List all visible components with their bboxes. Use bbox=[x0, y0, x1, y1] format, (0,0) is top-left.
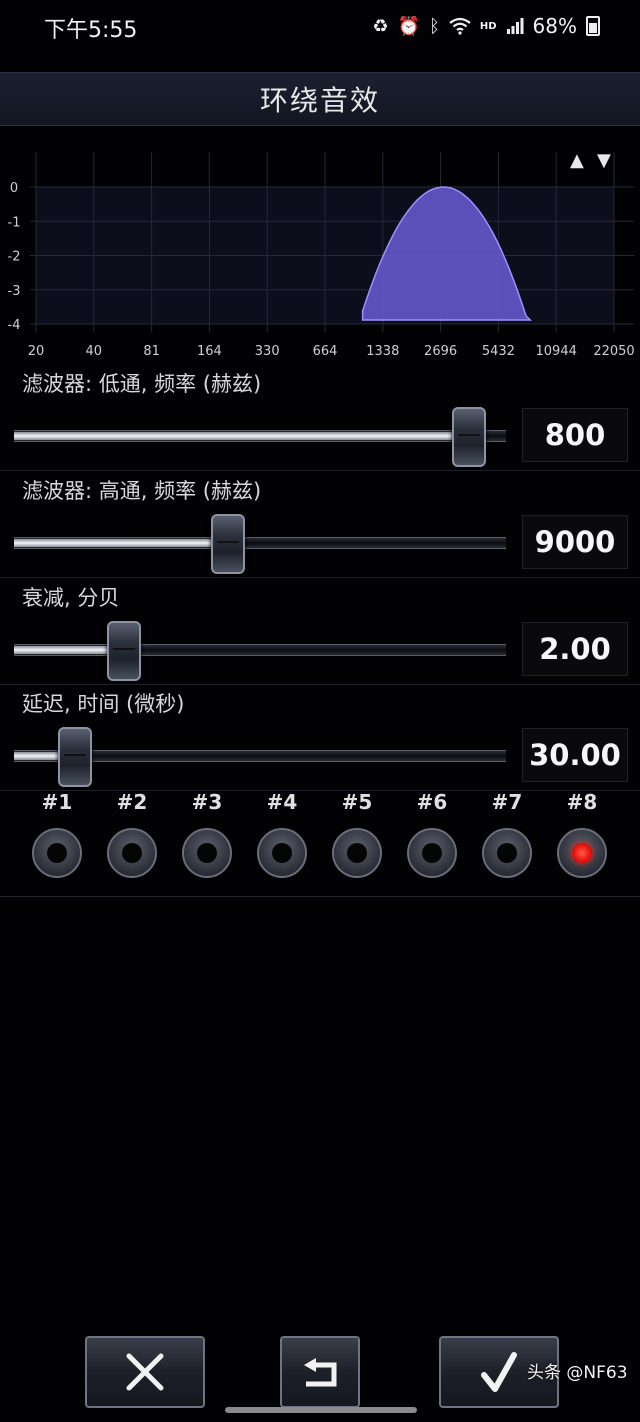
scroll-down-button[interactable]: ▼ bbox=[597, 150, 611, 171]
delay-time-row: 延迟, 时间 (微秒) 30.00 bbox=[0, 684, 640, 791]
y-tick-label: -1 bbox=[8, 215, 21, 230]
undo-icon bbox=[304, 1358, 337, 1387]
x-tick-label: 20 bbox=[28, 344, 45, 359]
attenuation-value[interactable]: 2.00 bbox=[522, 622, 628, 676]
y-tick-label: -2 bbox=[8, 250, 21, 265]
y-tick-label: 0 bbox=[10, 181, 18, 196]
preset-button[interactable] bbox=[407, 828, 457, 878]
x-tick-label: 22050 bbox=[593, 344, 634, 359]
hd-label: HD bbox=[479, 20, 497, 32]
status-icons: ♻ ⏰ ᛒ HD 68% bbox=[372, 14, 600, 38]
preset-indicator bbox=[272, 843, 292, 863]
scroll-up-button[interactable]: ▲ bbox=[570, 150, 584, 171]
lowpass-frequency-fill bbox=[14, 432, 467, 440]
x-tick-label: 40 bbox=[86, 344, 103, 359]
lowpass-frequency-track[interactable] bbox=[14, 430, 506, 442]
x-tick-label: 664 bbox=[313, 344, 338, 359]
attenuation-label: 衰减, 分贝 bbox=[22, 586, 120, 610]
preset-2[interactable]: #2 bbox=[102, 788, 162, 888]
highpass-frequency-value[interactable]: 9000 bbox=[522, 515, 628, 569]
reset-button[interactable] bbox=[280, 1336, 360, 1408]
preset-button[interactable] bbox=[182, 828, 232, 878]
preset-6[interactable]: #6 bbox=[402, 788, 462, 888]
delay-time-label: 延迟, 时间 (微秒) bbox=[22, 692, 185, 716]
highpass-frequency-row: 滤波器: 高通, 频率 (赫兹) 9000 bbox=[0, 471, 640, 578]
x-tick-label: 10944 bbox=[536, 344, 577, 359]
attenuation-thumb[interactable] bbox=[107, 621, 142, 681]
lowpass-frequency-row: 滤波器: 低通, 频率 (赫兹) 800 bbox=[0, 364, 640, 471]
preset-button[interactable] bbox=[32, 828, 82, 878]
preset-indicator bbox=[122, 843, 142, 863]
highpass-frequency-label: 滤波器: 高通, 频率 (赫兹) bbox=[22, 479, 262, 503]
preset-label: #8 bbox=[566, 790, 598, 814]
preset-7[interactable]: #7 bbox=[477, 788, 537, 888]
lowpass-frequency-value[interactable]: 800 bbox=[522, 408, 628, 462]
check-icon bbox=[481, 1352, 517, 1392]
preset-indicator bbox=[572, 843, 592, 863]
preset-1[interactable]: #1 bbox=[27, 788, 87, 888]
watermark: 头条 @NF63 bbox=[527, 1363, 628, 1383]
bluetooth-icon: ᛒ bbox=[429, 15, 440, 37]
preset-indicator bbox=[422, 843, 442, 863]
page-title: 环绕音效 bbox=[259, 84, 380, 117]
preset-indicator bbox=[497, 843, 517, 863]
preset-button[interactable] bbox=[557, 828, 607, 878]
preset-indicator bbox=[197, 843, 217, 863]
preset-indicator bbox=[47, 843, 67, 863]
preset-button[interactable] bbox=[107, 828, 157, 878]
preset-label: #1 bbox=[41, 790, 73, 814]
close-icon bbox=[126, 1353, 164, 1391]
cancel-button[interactable] bbox=[85, 1336, 205, 1408]
attenuation-track[interactable] bbox=[14, 644, 506, 656]
x-tick-label: 2696 bbox=[424, 344, 457, 359]
preset-label: #2 bbox=[116, 790, 148, 814]
preset-button[interactable] bbox=[332, 828, 382, 878]
graph-canvas: 0 -1 -2 -3 -4 20 40 81 164 330 664 1338 2696 5432 1094… bbox=[8, 152, 635, 359]
x-tick-label: 164 bbox=[197, 344, 222, 359]
x-tick-label: 5432 bbox=[482, 344, 515, 359]
delay-time-thumb[interactable] bbox=[58, 727, 93, 787]
alarm-icon: ⏰ bbox=[397, 15, 421, 37]
attenuation-row: 衰减, 分贝 2.00 bbox=[0, 578, 640, 685]
x-tick-label: 1338 bbox=[366, 344, 399, 359]
preset-4[interactable]: #4 bbox=[252, 788, 312, 888]
x-tick-label: 330 bbox=[255, 344, 280, 359]
preset-indicator bbox=[347, 843, 367, 863]
gesture-nav-bar[interactable] bbox=[225, 1407, 417, 1413]
highpass-frequency-thumb[interactable] bbox=[210, 514, 245, 574]
preset-label: #6 bbox=[416, 790, 448, 814]
preset-3[interactable]: #3 bbox=[177, 788, 237, 888]
status-bar: 下午5:55 ♻ ⏰ ᛒ HD 68% bbox=[0, 0, 640, 54]
status-time: 下午5:55 bbox=[44, 18, 138, 43]
delay-time-value[interactable]: 30.00 bbox=[522, 728, 628, 782]
preset-button[interactable] bbox=[257, 828, 307, 878]
preset-selector: #1 #2 #3 #4 #5 #6 #7 #8 bbox=[0, 788, 640, 897]
preset-label: #7 bbox=[491, 790, 523, 814]
y-tick-label: -3 bbox=[8, 284, 21, 299]
battery-level: 68% bbox=[532, 14, 577, 38]
preset-label: #5 bbox=[341, 790, 373, 814]
preset-label: #4 bbox=[266, 790, 298, 814]
y-tick-label: -4 bbox=[8, 318, 21, 333]
preset-button[interactable] bbox=[482, 828, 532, 878]
wifi-icon bbox=[449, 17, 471, 35]
x-tick-label: 81 bbox=[143, 344, 160, 359]
signal-icon bbox=[506, 18, 524, 34]
lowpass-frequency-thumb[interactable] bbox=[451, 407, 486, 467]
frequency-response-graph: 0 -1 -2 -3 -4 20 40 81 164 330 664 1338 2696 5432 1094… bbox=[0, 140, 640, 368]
page-title-bar: 环绕音效 bbox=[0, 72, 640, 126]
recycle-icon: ♻ bbox=[372, 15, 389, 37]
battery-icon bbox=[586, 16, 600, 36]
highpass-frequency-fill bbox=[14, 539, 226, 547]
preset-label: #3 bbox=[191, 790, 223, 814]
attenuation-fill bbox=[14, 646, 123, 654]
highpass-frequency-track[interactable] bbox=[14, 537, 506, 549]
lowpass-frequency-label: 滤波器: 低通, 频率 (赫兹) bbox=[22, 372, 262, 396]
preset-5[interactable]: #5 bbox=[327, 788, 387, 888]
preset-8[interactable]: #8 bbox=[552, 788, 612, 888]
